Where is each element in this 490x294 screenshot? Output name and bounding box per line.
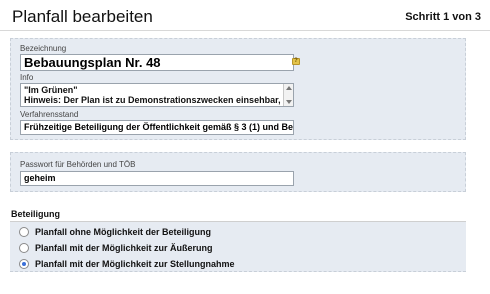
info-textarea[interactable]: "Im Grünen" Hinweis: Der Plan ist zu Dem… xyxy=(20,83,294,107)
info-label: Info xyxy=(20,73,34,82)
beteiligung-option-aeusserung[interactable]: Planfall mit der Möglichkeit zur Äußerun… xyxy=(10,241,466,255)
verfahrensstand-label: Verfahrensstand xyxy=(20,110,79,119)
beteiligung-option-stellungnahme[interactable]: Planfall mit der Möglichkeit zur Stellun… xyxy=(10,257,466,271)
radio-button[interactable] xyxy=(19,243,29,253)
password-input[interactable]: geheim xyxy=(20,171,294,186)
password-value: geheim xyxy=(24,173,56,183)
radio-button[interactable] xyxy=(19,227,29,237)
bezeichnung-value: Bebauungsplan Nr. 48 xyxy=(24,55,161,70)
radio-button-selected[interactable] xyxy=(19,259,29,269)
password-panel: Passwort für Behörden und TÖB geheim xyxy=(10,152,466,192)
beteiligung-option-none[interactable]: Planfall ohne Möglichkeit der Beteiligun… xyxy=(10,225,466,239)
header-divider xyxy=(0,30,490,31)
verfahrensstand-value: Frühzeitige Beteiligung der Öffentlichke… xyxy=(24,122,294,132)
help-icon[interactable]: ? xyxy=(292,58,300,65)
option-label: Planfall ohne Möglichkeit der Beteiligun… xyxy=(35,227,212,237)
info-line-1: "Im Grünen" xyxy=(24,85,78,95)
beteiligung-options: Planfall ohne Möglichkeit der Beteiligun… xyxy=(10,222,466,272)
option-label: Planfall mit der Möglichkeit zur Stellun… xyxy=(35,259,235,269)
scroll-down-arrow-icon[interactable] xyxy=(286,100,292,104)
info-scrollbar[interactable] xyxy=(283,84,293,106)
beteiligung-heading: Beteiligung xyxy=(11,209,60,219)
info-line-2: Hinweis: Der Plan ist zu Demonstrationsz… xyxy=(24,95,281,105)
plan-details-panel: Bezeichnung Bebauungsplan Nr. 48 Info "I… xyxy=(10,38,466,140)
step-indicator: Schritt 1 von 3 xyxy=(405,11,481,23)
bezeichnung-label: Bezeichnung xyxy=(20,44,67,53)
option-label: Planfall mit der Möglichkeit zur Äußerun… xyxy=(35,243,213,253)
verfahrensstand-input[interactable]: Frühzeitige Beteiligung der Öffentlichke… xyxy=(20,120,294,135)
page-title: Planfall bearbeiten xyxy=(12,7,153,26)
bezeichnung-input[interactable]: Bebauungsplan Nr. 48 xyxy=(20,54,294,71)
scroll-up-arrow-icon[interactable] xyxy=(286,86,292,90)
page-header: Planfall bearbeiten Schritt 1 von 3 xyxy=(0,0,490,36)
password-label: Passwort für Behörden und TÖB xyxy=(20,160,136,169)
